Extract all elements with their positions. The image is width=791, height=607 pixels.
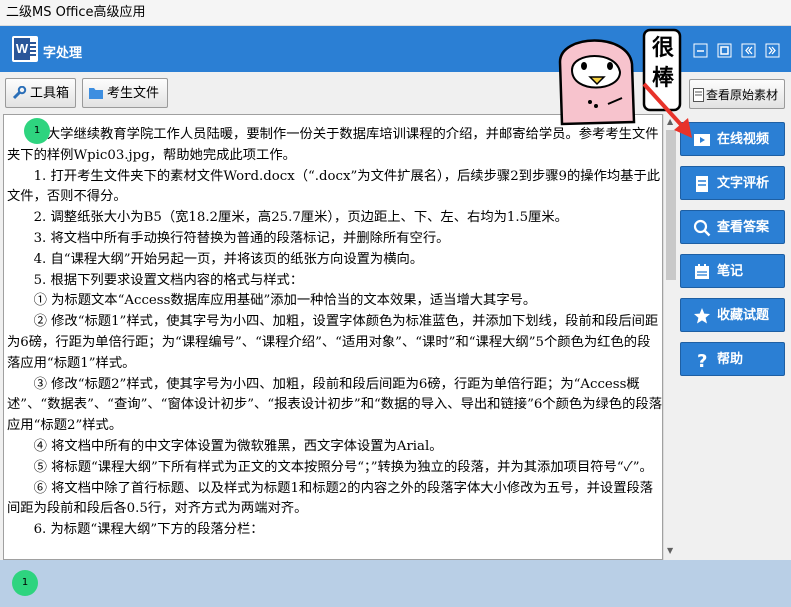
paragraph: ④ 将文档中所有的中文字体设置为微软雅黑，西文字体设置为Arial。 bbox=[7, 438, 443, 454]
back-icon[interactable] bbox=[741, 43, 756, 58]
paragraph: 6. 为标题“课程大纲”下方的段落分栏： bbox=[7, 522, 264, 538]
svg-text:?: ? bbox=[697, 351, 707, 369]
sidebar-item-notes[interactable]: 笔记 bbox=[680, 254, 785, 288]
vertical-scrollbar[interactable]: ▲ ▼ bbox=[663, 114, 678, 560]
paragraph: 2. 调整纸张大小为B5（宽18.2厘米，高25.7厘米），页边距上、下、左、右… bbox=[7, 210, 568, 226]
sidebar-item-label: 在线视频 bbox=[717, 132, 770, 147]
paragraph: 4. 自“课程大纲”开始另起一页，并将该页的纸张方向设置为横向。 bbox=[7, 251, 424, 267]
sidebar: 在线视频 文字评析 查看答案 笔记 收藏试题 ? 帮助 bbox=[678, 114, 791, 560]
sidebar-item-label: 查看答案 bbox=[717, 220, 770, 235]
star-icon bbox=[694, 308, 710, 324]
paragraph: ⑤ 将标题“课程大纲”下所有样式为正文的文本按照分号“；”转换为独立的段落，并为… bbox=[7, 459, 653, 475]
paragraph: 某大学继续教育学院工作人员陆暖，要制作一份关于数据库培训课程的介绍，并邮寄给学员… bbox=[7, 127, 659, 163]
scroll-thumb[interactable] bbox=[666, 130, 676, 280]
sidebar-item-favorite-questions[interactable]: 收藏试题 bbox=[680, 298, 785, 332]
sidebar-item-view-answer[interactable]: 查看答案 bbox=[680, 210, 785, 244]
calendar-icon bbox=[695, 264, 709, 279]
view-material-label: 查看原始素材 bbox=[706, 88, 779, 102]
red-arrow-icon bbox=[642, 82, 692, 138]
sidebar-item-text-analysis[interactable]: 文字评析 bbox=[680, 166, 785, 200]
search-icon bbox=[693, 219, 711, 237]
document-text: 某大学继续教育学院工作人员陆暖，要制作一份关于数据库培训课程的介绍，并邮寄给学员… bbox=[4, 125, 662, 541]
candidate-folder-button[interactable]: 考生文件夹 bbox=[82, 78, 168, 131]
status-footer: 1 bbox=[0, 560, 791, 607]
app-title: 字处理 bbox=[43, 46, 83, 61]
paragraph: ⑥ 将文档中除了首行标题、以及样式为标题1和标题2的内容之外的段落字体大小修改为… bbox=[7, 480, 654, 517]
wrench-icon bbox=[12, 86, 27, 100]
sidebar-item-label: 收藏试题 bbox=[717, 308, 770, 323]
view-original-material-button[interactable]: 查看原始素材 bbox=[689, 79, 785, 109]
maximize-icon[interactable] bbox=[717, 43, 732, 58]
folder-icon bbox=[89, 88, 103, 99]
paragraph: 3. 将文档中所有手动换行符替换为普通的段落标记，并删除所有空行。 bbox=[7, 230, 450, 246]
document-icon bbox=[696, 176, 708, 192]
step-badge: 1 bbox=[24, 118, 50, 144]
sidebar-item-label: 笔记 bbox=[717, 264, 744, 279]
paragraph: ③ 修改“标题2”样式，使其字号为小四、加粗，段前和段后间距为6磅，行距为单倍行… bbox=[7, 376, 662, 434]
paragraph: 5. 根据下列要求设置文档内容的格式与样式： bbox=[7, 272, 304, 288]
paragraph: 1. 打开考生文件夹下的素材文件Word.docx（“.docx”为文件扩展名）… bbox=[7, 168, 661, 205]
question-icon: ? bbox=[697, 351, 707, 369]
step-badge: 1 bbox=[12, 570, 38, 596]
document-view[interactable]: 某大学继续教育学院工作人员陆暖，要制作一份关于数据库培训课程的介绍，并邮寄给学员… bbox=[3, 114, 663, 560]
scroll-down-icon[interactable]: ▼ bbox=[667, 546, 673, 555]
forward-icon[interactable] bbox=[765, 43, 780, 58]
sidebar-item-label: 文字评析 bbox=[717, 176, 770, 191]
sidebar-item-label: 帮助 bbox=[717, 352, 744, 367]
minimize-icon[interactable] bbox=[693, 43, 708, 58]
toolbox-label: 工具箱 bbox=[30, 86, 70, 101]
toolbox-button[interactable]: 工具箱 bbox=[5, 78, 76, 108]
word-logo-icon: W bbox=[12, 36, 38, 62]
sidebar-item-help[interactable]: ? 帮助 bbox=[680, 342, 785, 376]
paragraph: ① 为标题文本“Access数据库应用基础”添加一种恰当的文本效果，适当增大其字… bbox=[7, 293, 537, 309]
paragraph: ② 修改“标题1”样式，使其字号为小四、加粗，设置字体颜色为标准蓝色，并添加下划… bbox=[7, 314, 659, 371]
window-title: 二级MS Office高级应用 bbox=[6, 5, 146, 20]
